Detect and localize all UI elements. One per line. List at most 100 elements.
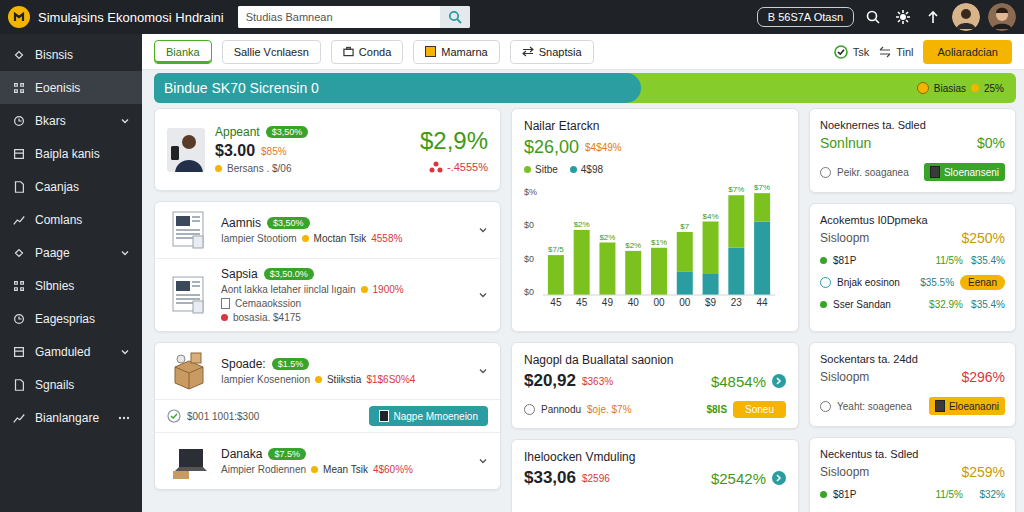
action-button[interactable]: Eloeanaoni [929, 397, 1005, 415]
holding-row[interactable]: Aamnis $3,50% Iampier Stootiom Moctan Ts… [155, 202, 500, 259]
sidebar-item[interactable]: Baipla kanis [0, 137, 142, 170]
side-card[interactable]: Neckentus ta. Sdled Sisloopm $259% $81P … [809, 437, 1016, 512]
chevron-down-icon [120, 116, 130, 126]
radio-icon[interactable] [524, 404, 535, 415]
account-pill[interactable]: B 56S7A Otasn [757, 7, 854, 27]
bar-segment[interactable] [728, 195, 744, 248]
sidebar-item[interactable]: Bianlangare [0, 401, 142, 434]
holding-row[interactable]: Sapsia $3,50.0% Aont lakka letaher iincl… [155, 259, 500, 331]
bar-segment[interactable] [599, 243, 615, 296]
card-subtitle: Sisloopm [820, 231, 869, 245]
amount: $20,92 [524, 371, 576, 391]
y-tick: $0 [524, 220, 537, 230]
action-button[interactable]: Nagpe Mmoeneion [369, 406, 489, 426]
sidebar-item[interactable]: Slbnies [0, 269, 142, 302]
detail: Iampier Kosenenion [221, 374, 310, 385]
upload-icon[interactable] [925, 9, 941, 25]
side-card[interactable]: Acokemtus I0Dpmeka Sisloopm $250% $81P 1… [809, 203, 1016, 332]
chevron-down-icon[interactable] [478, 290, 488, 300]
row-value: $35.4% [969, 299, 1005, 310]
row-share: $32.9% [929, 299, 963, 310]
logo-icon[interactable] [8, 6, 30, 28]
bar-label: $7% [754, 183, 770, 192]
chevron-down-icon[interactable] [478, 456, 488, 466]
sidebar-item[interactable]: Bkars [0, 104, 142, 137]
shipment-row[interactable]: Spoade: $1.5% Iampier Kosenenion Stiikst… [155, 343, 500, 400]
bar-segment[interactable] [754, 222, 770, 296]
tag: Moctan Tsik [314, 233, 367, 244]
search-field[interactable] [238, 6, 470, 28]
badge: $3,50.0% [264, 268, 314, 280]
row-share: $35.5% [920, 277, 954, 288]
x-tick: 00 [672, 297, 698, 308]
bar-segment[interactable] [728, 248, 744, 295]
chevron-down-icon[interactable] [478, 225, 488, 235]
shipment-row[interactable]: Danaka $7.5% Aimpier Rodiennen Mean Tsik… [155, 433, 500, 489]
detail: Aimpier Rodiennen [221, 464, 306, 475]
sidebar-item[interactable]: Eagesprias [0, 302, 142, 335]
card-title: Neckentus ta. Sdled [820, 448, 1005, 460]
bar-segment[interactable] [677, 272, 693, 295]
sidebar-item[interactable]: Comlans [0, 203, 142, 236]
action-button[interactable]: Sloenanseni [924, 163, 1005, 181]
toolbar-tab[interactable]: Bianka [154, 40, 212, 64]
sidebar-item[interactable]: Paage [0, 236, 142, 269]
legend-item[interactable]: Sitbe [524, 164, 558, 175]
side-row[interactable]: Sser Sandan $32.9% $35.4% [820, 299, 1005, 310]
time-action[interactable]: Tinl [879, 46, 913, 58]
bar-segment[interactable] [677, 232, 693, 272]
sidebar-item[interactable]: Bisnsis [0, 38, 142, 71]
overview-card[interactable]: Appeant $3,50% $3.00 $85% Bersans . $/06… [154, 108, 501, 191]
side-card[interactable]: Sockentars ta. 24dd Sisloopm $296% Yeaht… [809, 342, 1016, 427]
side-row[interactable]: $81P 11/5% $32% [820, 489, 1005, 500]
status-dot [820, 301, 827, 308]
row-button[interactable]: Soneu [733, 401, 786, 418]
toolbar-tab[interactable]: Sallie Vcnlaesn [222, 40, 321, 64]
toolbar-tab[interactable]: Conda [331, 40, 403, 64]
bar-segment[interactable] [548, 255, 564, 295]
arrow-circle-icon[interactable] [772, 471, 786, 485]
bar-segment[interactable] [703, 222, 719, 275]
summary-card[interactable]: Nagopl da Buallatal saonion $20,92 $363%… [511, 342, 799, 429]
item-name: Danaka [221, 447, 262, 461]
row-label: $81P [833, 255, 929, 266]
bar-segment[interactable] [651, 248, 667, 295]
bar-label: $7/5 [548, 245, 564, 254]
user-avatar[interactable] [952, 3, 980, 31]
row-button[interactable]: Eenan [960, 275, 1005, 290]
chevron-down-icon[interactable] [478, 366, 488, 376]
bar-segment[interactable] [754, 193, 770, 221]
radio-icon[interactable] [820, 401, 831, 412]
toolbar-tab[interactable]: Snaptsia [510, 40, 594, 64]
action-label: Peikr. soaganea [837, 167, 918, 178]
item-name: Sapsia [221, 267, 258, 281]
sidebar-item[interactable]: Gamduled [0, 335, 142, 368]
status-dot [361, 286, 368, 293]
gear-icon[interactable] [895, 9, 911, 25]
detail: Iampier Stootiom [221, 233, 297, 244]
bar-segment[interactable] [574, 230, 590, 295]
side-row[interactable]: Bnjak eosinon $35.5% Eenan [820, 275, 1005, 290]
side-card[interactable]: Noeknernes ta. Sdled Sonlnun $0% Peikr. … [809, 108, 1016, 193]
bar-segment[interactable] [625, 251, 641, 295]
task-action[interactable]: Tsk [834, 45, 870, 59]
user-avatar[interactable] [988, 3, 1016, 31]
status-dot [215, 165, 222, 172]
sidebar-item[interactable]: Sgnails [0, 368, 142, 401]
primary-button[interactable]: Aoliaradcian [923, 40, 1012, 64]
toolbar-tab[interactable]: Mamarna [413, 40, 499, 64]
legend-item[interactable]: 4$98 [570, 164, 603, 175]
search-icon[interactable] [865, 9, 881, 25]
search-input[interactable] [238, 6, 440, 28]
legend-dot [570, 166, 577, 173]
side-row[interactable]: $81P 11/5% $35.4% [820, 255, 1005, 266]
check-circle-icon[interactable] [167, 409, 181, 423]
radio-icon[interactable] [820, 167, 831, 178]
value: $4854% [711, 373, 766, 390]
sidebar-item[interactable]: Caanjas [0, 170, 142, 203]
bar-segment[interactable] [703, 274, 719, 295]
search-button[interactable] [440, 6, 470, 28]
summary-card[interactable]: Iheloocken Vmduling $33,06 $2596 $2542% [511, 439, 799, 512]
sidebar-item[interactable]: Eoenisis [0, 71, 142, 104]
arrow-circle-icon[interactable] [772, 374, 786, 388]
